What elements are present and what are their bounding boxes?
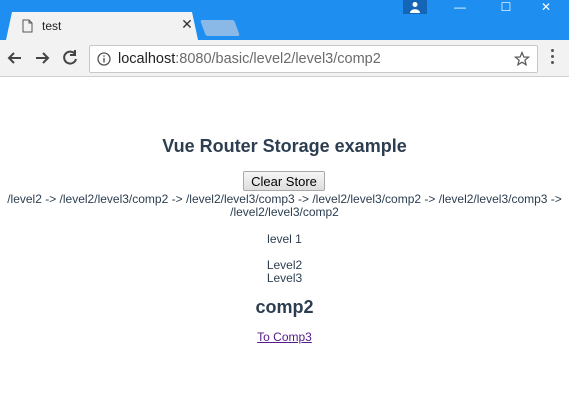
tab-title: test bbox=[42, 19, 62, 33]
new-tab-button[interactable] bbox=[200, 20, 240, 36]
component-title: comp2 bbox=[255, 297, 314, 317]
level2-label: Level2 bbox=[266, 258, 303, 272]
forward-arrow-icon[interactable] bbox=[32, 48, 52, 68]
level3-label: Level3 bbox=[266, 271, 303, 285]
browser-toolbar: localhost:8080/basic/level2/level3/comp2 bbox=[0, 40, 569, 77]
info-icon[interactable] bbox=[97, 52, 111, 66]
close-icon[interactable]: ✕ bbox=[180, 17, 194, 31]
page-content: Vue Router Storage example Clear Store /… bbox=[0, 77, 569, 405]
minimize-button[interactable]: — bbox=[437, 0, 483, 16]
profile-icon[interactable] bbox=[403, 0, 427, 14]
address-bar[interactable]: localhost:8080/basic/level2/level3/comp2 bbox=[89, 45, 538, 73]
page-title: Vue Router Storage example bbox=[162, 136, 407, 156]
clear-store-button[interactable]: Clear Store bbox=[243, 171, 325, 191]
url-text[interactable]: localhost:8080/basic/level2/level3/comp2 bbox=[118, 51, 381, 67]
back-arrow-icon[interactable] bbox=[5, 48, 25, 68]
url-path: :8080/basic/level2/level3/comp2 bbox=[175, 51, 381, 67]
kebab-menu-icon[interactable] bbox=[550, 49, 556, 67]
browser-tab[interactable]: test ✕ bbox=[6, 12, 198, 40]
star-icon[interactable] bbox=[514, 51, 530, 67]
level1-label: level 1 bbox=[267, 232, 302, 246]
browser-titlebar: test ✕ — ☐ ✕ bbox=[0, 0, 569, 40]
page-icon bbox=[22, 19, 33, 33]
route-history: /level2 -> /level2/level3/comp2 -> /leve… bbox=[7, 192, 562, 219]
reload-icon[interactable] bbox=[60, 48, 80, 68]
to-comp3-link[interactable]: To Comp3 bbox=[257, 330, 312, 344]
close-window-button[interactable]: ✕ bbox=[523, 0, 569, 16]
url-host: localhost bbox=[118, 51, 176, 67]
